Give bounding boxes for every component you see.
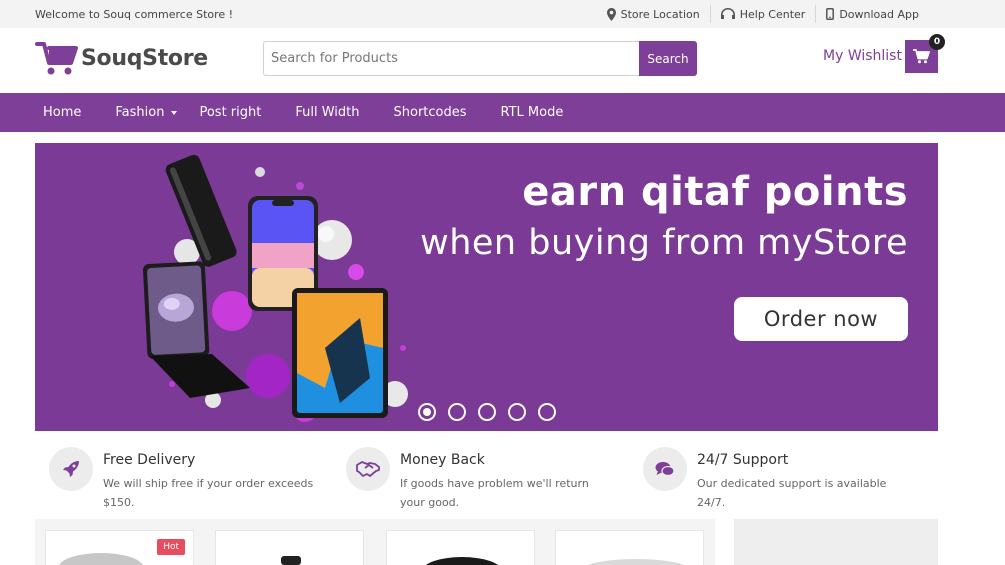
nav-item-rtl-mode[interactable]: RTL Mode: [501, 105, 564, 120]
mobile-icon: [826, 8, 835, 20]
store-location-label: Store Location: [620, 7, 700, 21]
help-center-link[interactable]: Help Center: [711, 8, 816, 21]
feature-support: 24/7 Support Our dedicated support is av…: [643, 447, 912, 512]
logo-text: SouqStore: [81, 45, 208, 71]
slider-dot[interactable]: [538, 403, 556, 421]
product-grid: Hot: [35, 519, 715, 565]
order-now-button[interactable]: Order now: [734, 297, 908, 341]
nav-item-post-right[interactable]: Post right: [199, 105, 261, 120]
search-bar: Search: [263, 41, 697, 76]
product-card[interactable]: [215, 530, 364, 565]
slider-pagination: [418, 403, 556, 421]
hero-banner[interactable]: earn qitaf points when buying from mySto…: [35, 143, 938, 431]
caret-down-icon: [171, 110, 178, 115]
feature-money-back: Money Back If goods have problem we'll r…: [346, 447, 615, 512]
feature-title: Money Back: [400, 452, 485, 468]
header: SouqStore Search My Wishlist 0: [0, 28, 1005, 93]
shopping-cart-logo-icon: [35, 42, 78, 75]
headset-icon: [720, 8, 735, 19]
nav-item-home[interactable]: Home: [43, 105, 81, 120]
welcome-text: Welcome to Souq commerce Store !: [35, 8, 234, 21]
store-location-link[interactable]: Store Location: [597, 7, 710, 21]
feature-free-delivery: Free Delivery We will ship free if your …: [49, 447, 318, 512]
product-card[interactable]: Hot: [45, 530, 194, 565]
map-pin-icon: [606, 7, 616, 21]
nav-item-label: RTL Mode: [500, 105, 564, 120]
nav-item-fashion[interactable]: Fashion: [115, 105, 178, 120]
search-input[interactable]: [263, 41, 639, 76]
banner-subheadline: when buying from myStore: [420, 223, 908, 263]
nav-item-label: Post right: [199, 105, 262, 120]
feature-description: Our dedicated support is available 24/7.: [697, 477, 887, 509]
feature-description: If goods have problem we'll return your …: [400, 477, 589, 509]
cart-button[interactable]: 0: [905, 34, 945, 73]
nav-item-label: Shortcodes: [393, 105, 467, 120]
wishlist-link[interactable]: My Wishlist: [823, 48, 902, 64]
slider-dot[interactable]: [508, 403, 526, 421]
devices-illustration: [142, 154, 408, 422]
nav-item-shortcodes[interactable]: Shortcodes: [394, 105, 467, 120]
banner-headline: earn qitaf points: [522, 169, 908, 215]
cart-count-badge: 0: [929, 34, 945, 50]
handshake-icon: [346, 447, 390, 491]
product-image: [425, 557, 499, 565]
nav-item-full-width[interactable]: Full Width: [295, 105, 359, 120]
rocket-icon: [49, 447, 93, 491]
product-card[interactable]: [555, 530, 704, 565]
logo[interactable]: SouqStore: [35, 40, 208, 76]
download-app-label: Download App: [839, 7, 919, 21]
product-image: [587, 559, 685, 565]
feature-title: 24/7 Support: [697, 452, 789, 468]
nav-item-label: Home: [43, 105, 82, 120]
cart-icon: [913, 49, 930, 64]
nav-item-label: Fashion: [115, 105, 165, 120]
download-app-link[interactable]: Download App: [816, 8, 929, 21]
feature-description: We will ship free if your order exceeds …: [103, 477, 314, 509]
slider-dot[interactable]: [418, 403, 436, 421]
slider-dot[interactable]: [448, 403, 466, 421]
top-links: Store Location Help Center Download App: [597, 5, 929, 23]
feature-strip: Free Delivery We will ship free if your …: [35, 447, 938, 513]
product-card[interactable]: [386, 530, 535, 565]
top-bar: Welcome to Souq commerce Store ! Store L…: [0, 0, 1005, 28]
hot-badge: Hot: [157, 539, 185, 555]
main-nav: Home Fashion Post right Full Width Short…: [0, 93, 1005, 132]
feature-title: Free Delivery: [103, 452, 196, 468]
nav-item-label: Full Width: [295, 105, 360, 120]
product-image: [281, 556, 301, 565]
side-banner[interactable]: [734, 519, 938, 565]
slider-dot[interactable]: [478, 403, 496, 421]
help-center-label: Help Center: [739, 7, 806, 21]
search-button[interactable]: Search: [639, 41, 697, 76]
chat-icon: [643, 447, 687, 491]
